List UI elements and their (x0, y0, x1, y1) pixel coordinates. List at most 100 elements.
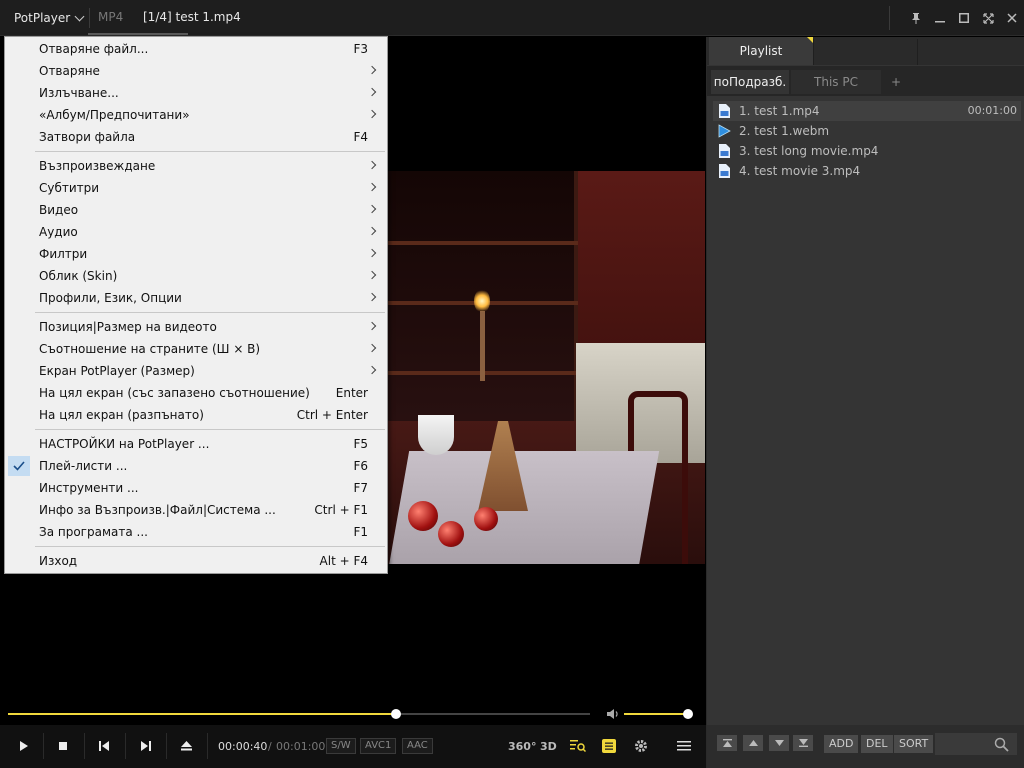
delete-button[interactable]: DEL (861, 735, 893, 753)
menu-item-label: «Албум/Предпочитани» (39, 108, 190, 122)
menu-item-label: Филтри (39, 247, 88, 261)
playlist-toolbar: ADD DEL SORT (707, 725, 1024, 768)
subtab-default[interactable]: поПодразб. (711, 70, 789, 94)
menu-item[interactable]: Затвори файла F4 (5, 126, 387, 148)
eject-icon (180, 741, 192, 751)
tab-empty[interactable] (813, 39, 917, 65)
context-menu: Отваряне файл... F3 Отваряне Излъчване... «А… (4, 36, 388, 574)
audio-codec-tag[interactable]: AAC (402, 738, 433, 754)
menu-item[interactable]: Отваряне файл... F3 (5, 38, 387, 60)
menu-item[interactable]: Профили, Език, Опции (5, 287, 387, 309)
chevron-right-icon (367, 204, 377, 214)
menu-separator (35, 429, 385, 430)
move-down-icon (774, 740, 784, 746)
menu-item[interactable]: На цял екран (със запазено съотношение) E… (5, 382, 387, 404)
add-button[interactable]: ADD (824, 735, 859, 753)
playlist-item-label: 3. test long movie.mp4 (739, 144, 879, 158)
playlist-item[interactable]: 4. test movie 3.mp4 (713, 161, 1021, 181)
chevron-right-icon (367, 226, 377, 236)
menu-item[interactable]: Плей-листи ... F6 (5, 455, 387, 477)
file-icon (717, 144, 731, 158)
control-divider (43, 733, 44, 759)
volume-level (624, 713, 688, 715)
menu-item[interactable]: Възпроизвеждане (5, 155, 387, 177)
renderer-tag[interactable]: S/W (326, 738, 356, 754)
chevron-right-icon (367, 109, 377, 119)
video-codec-tag[interactable]: AVC1 (360, 738, 397, 754)
menu-item-label: Позиция|Размер на видеото (39, 320, 217, 334)
seek-handle[interactable] (391, 709, 402, 719)
close-button[interactable] (1000, 0, 1024, 36)
pin-button[interactable] (904, 0, 928, 36)
3d-button[interactable]: 3D (540, 737, 557, 755)
next-icon (140, 741, 151, 751)
menu-item[interactable]: Видео (5, 199, 387, 221)
menu-button[interactable] (677, 737, 691, 755)
gear-icon (635, 740, 647, 752)
playlist-search-input[interactable] (935, 733, 1017, 755)
app-menu-button[interactable]: PotPlayer (6, 8, 91, 28)
playlist-panel: Playlist поПодразб. This PC + 1. test 1.… (706, 37, 1024, 768)
eject-button[interactable] (168, 733, 204, 759)
title-underline (88, 33, 188, 35)
menu-separator (35, 312, 385, 313)
previous-button[interactable] (86, 733, 122, 759)
menu-item[interactable]: Филтри (5, 243, 387, 265)
menu-item[interactable]: НАСТРОЙКИ на PotPlayer ... F5 (5, 433, 387, 455)
move-down-button[interactable] (769, 735, 789, 751)
playlist-item-label: 1. test 1.mp4 (739, 104, 820, 118)
move-bottom-button[interactable] (793, 735, 813, 751)
stop-button[interactable] (45, 733, 81, 759)
menu-item-label: Затвори файла (39, 130, 136, 144)
menu-item-label: Отваряне (39, 64, 100, 78)
menu-item[interactable]: Субтитри (5, 177, 387, 199)
subtab-this-pc[interactable]: This PC (791, 70, 881, 94)
maximize-button[interactable] (952, 0, 976, 36)
next-button[interactable] (127, 733, 163, 759)
move-bottom-icon (798, 739, 808, 747)
menu-item[interactable]: Изход Alt + F4 (5, 550, 387, 572)
minimize-button[interactable] (928, 0, 952, 36)
menu-item[interactable]: «Албум/Предпочитани» (5, 104, 387, 126)
playlist-item[interactable]: 2. test 1.webm (713, 121, 1021, 141)
menu-item[interactable]: Излъчване... (5, 82, 387, 104)
menu-item[interactable]: Инфо за Възпроизв.|Файл|Система ... Ctrl … (5, 499, 387, 521)
video-candle (480, 311, 485, 381)
hamburger-icon (677, 741, 691, 751)
menu-item[interactable]: Облик (Skin) (5, 265, 387, 287)
fullscreen-button[interactable] (976, 0, 1000, 36)
playlist-toggle-button[interactable] (602, 737, 616, 755)
sort-button[interactable]: SORT (894, 735, 934, 753)
menu-item[interactable]: Инструменти ... F7 (5, 477, 387, 499)
menu-item[interactable]: Аудио (5, 221, 387, 243)
menu-item[interactable]: Позиция|Размер на видеото (5, 316, 387, 338)
playlist-item[interactable]: 3. test long movie.mp4 (713, 141, 1021, 161)
file-icon (717, 104, 731, 118)
seek-bar[interactable] (8, 709, 590, 719)
move-up-button[interactable] (743, 735, 763, 751)
menu-item[interactable]: За програмата ... F1 (5, 521, 387, 543)
menu-item-label: За програмата ... (39, 525, 148, 539)
menu-item[interactable]: Съотношение на страните (Ш × В) (5, 338, 387, 360)
move-top-button[interactable] (717, 735, 737, 751)
video-glass (418, 415, 454, 455)
menu-item[interactable]: Отваряне (5, 60, 387, 82)
menu-item[interactable]: Екран PotPlayer (Размер) (5, 360, 387, 382)
chapter-search-button[interactable] (570, 737, 586, 755)
settings-button[interactable] (634, 737, 648, 755)
menu-item[interactable]: На цял екран (разпънато) Ctrl + Enter (5, 404, 387, 426)
volume-slider[interactable] (624, 709, 693, 719)
playlist-item[interactable]: 1. test 1.mp4 00:01:00 (713, 101, 1021, 121)
tab-playlist[interactable]: Playlist (709, 37, 813, 65)
control-divider (166, 733, 167, 759)
volume-handle[interactable] (683, 709, 693, 719)
maximize-icon (959, 13, 969, 23)
add-playlist-tab-button[interactable]: + (883, 70, 909, 94)
tab-empty[interactable] (917, 39, 1023, 65)
play-button[interactable] (6, 733, 42, 759)
video-ornament (438, 521, 464, 547)
video-shelf (388, 241, 578, 245)
vr-360-button[interactable]: 360° (508, 737, 536, 755)
volume-icon[interactable] (606, 707, 620, 721)
search-icon[interactable] (994, 737, 1009, 752)
